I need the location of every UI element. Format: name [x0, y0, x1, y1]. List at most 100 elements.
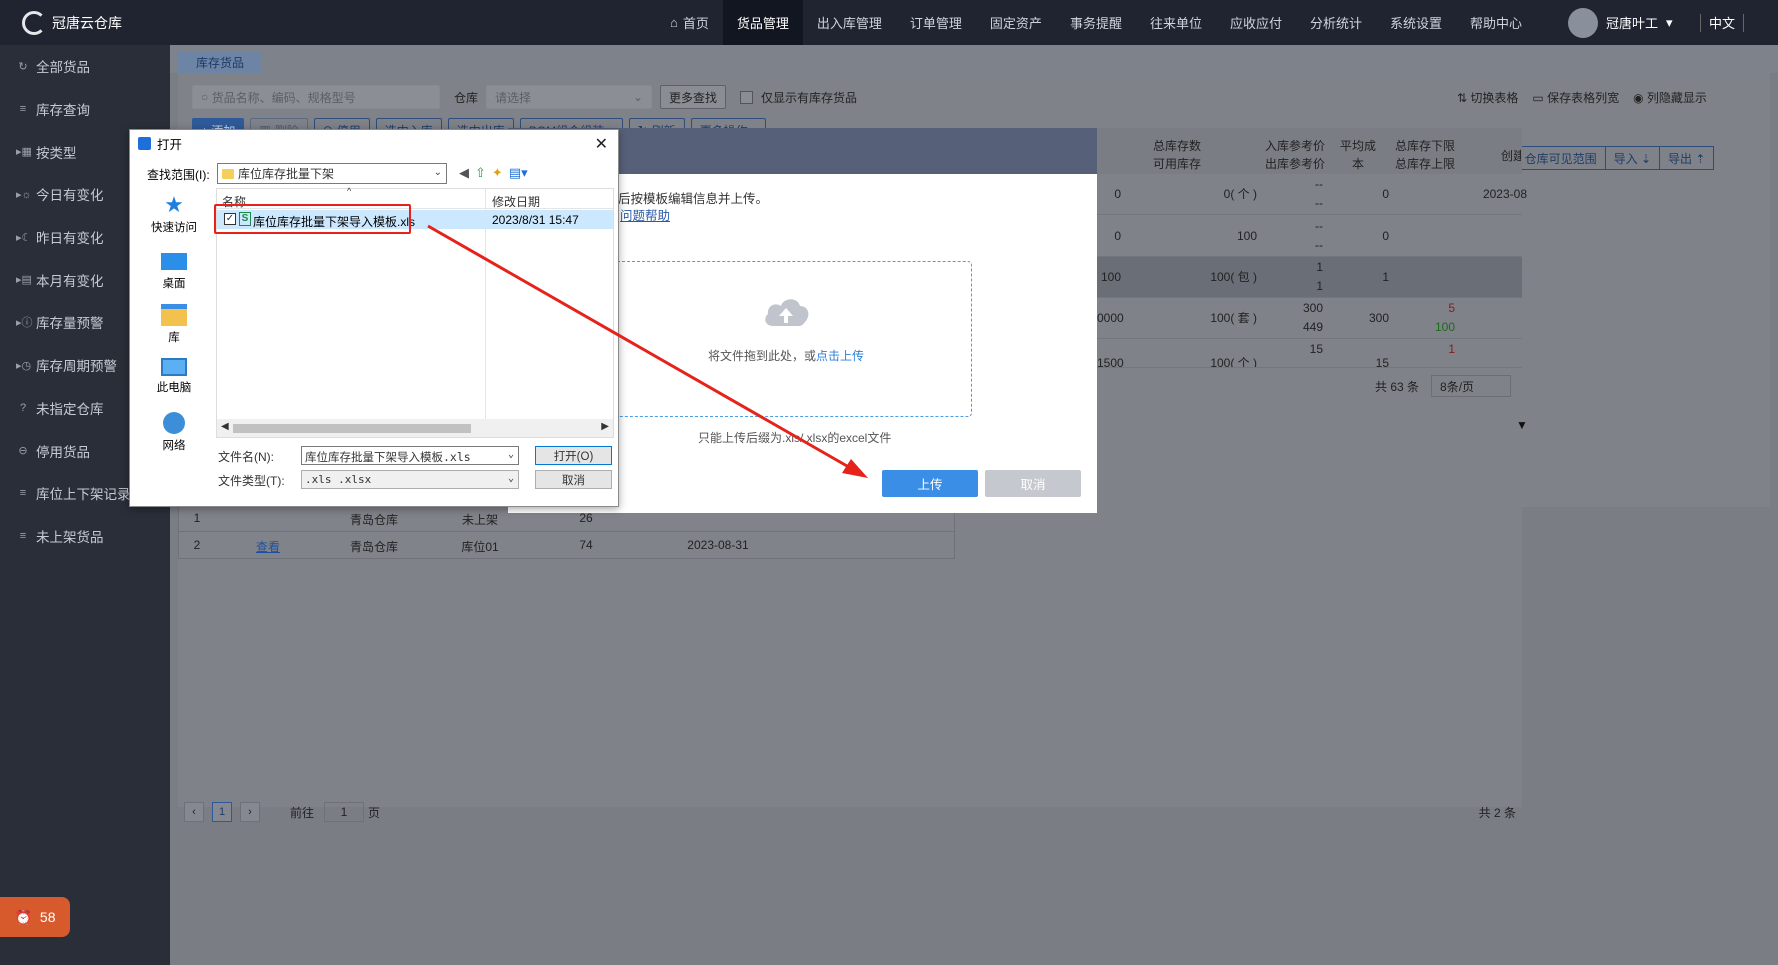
nav-goods[interactable]: 货品管理: [722, 0, 803, 45]
only-stock-checkbox[interactable]: [740, 90, 754, 104]
highlight-box: [214, 204, 411, 234]
nav-home[interactable]: ⌂ 首页: [656, 0, 723, 45]
page-size-select[interactable]: 8条/页: [1431, 375, 1512, 397]
calendar-icon: ▸▤: [16, 274, 32, 287]
cloud-upload-icon: [765, 299, 809, 326]
search-row: ○ 货品名称、编码、规格型号 仓库 请选择 ⌄ 更多查找 仅显示有库存货品: [192, 85, 857, 109]
eye-icon: ◉: [1633, 91, 1647, 105]
view-menu-icon[interactable]: ▤▾: [509, 165, 528, 181]
user-menu[interactable]: 冠唐叶工 ▾: [1568, 0, 1673, 45]
place-library[interactable]: 库: [136, 304, 212, 345]
language-switch[interactable]: 中文: [1700, 0, 1745, 45]
nav-finance[interactable]: 应收应付: [1216, 0, 1296, 45]
view-link[interactable]: 查看: [215, 538, 321, 555]
badge-count: 58: [39, 909, 56, 925]
header-created: 创建: [1501, 149, 1521, 163]
language-label: 中文: [1709, 16, 1736, 31]
sidebar-item-unshelved[interactable]: ≡ 未上架货品: [0, 515, 170, 558]
nav-analysis[interactable]: 分析统计: [1296, 0, 1376, 45]
export-button[interactable]: 导出 ⇡: [1659, 146, 1715, 170]
scroll-left-icon[interactable]: ◀: [221, 421, 229, 432]
chevron-down-icon: ⌄: [632, 90, 644, 104]
alarm-icon: ⏰: [14, 908, 32, 925]
sidebar-item-all-goods[interactable]: ↻ 全部货品: [0, 45, 170, 88]
search-input[interactable]: ○ 货品名称、编码、规格型号: [192, 85, 440, 109]
question-icon: ?: [19, 401, 27, 414]
back-icon[interactable]: ◀: [459, 165, 469, 181]
brand[interactable]: 冠唐云仓库: [0, 0, 170, 45]
upload-dropzone[interactable]: 将文件拖到此处，或点击上传: [598, 261, 972, 417]
place-this-pc[interactable]: 此电脑: [136, 358, 212, 395]
grid-icon: ▸▦: [16, 146, 32, 159]
table-options: ⇅ 切换表格 ▭ 保存表格列宽 ◉ 列隐藏显示: [1457, 89, 1707, 106]
header-available: 可用库存: [1152, 157, 1201, 171]
dialog-titlebar: 打开: [130, 130, 618, 156]
horizontal-scrollbar[interactable]: ◀ ▶: [217, 419, 613, 437]
tab-stock-goods[interactable]: 库存货品: [178, 51, 263, 73]
save-widths-link[interactable]: ▭ 保存表格列宽: [1532, 89, 1619, 106]
look-in-select[interactable]: 库位库存批量下架 ⌄: [217, 163, 447, 184]
header-min-stock: 总库存下限: [1394, 139, 1455, 153]
place-network[interactable]: 网络: [136, 412, 212, 453]
table-row[interactable]: 2 查看 青岛仓库 库位01 74 2023-08-31: [178, 532, 955, 559]
alert-icon: ▸ⓘ: [16, 317, 33, 330]
place-quick-access[interactable]: ★ 快速访问: [136, 194, 212, 235]
next-page-button[interactable]: ›: [240, 802, 260, 822]
up-folder-icon[interactable]: ⇧: [475, 165, 486, 181]
notification-badge[interactable]: ⏰ 58: [0, 897, 70, 937]
header-avg-cost: 平均成: [1339, 139, 1376, 153]
place-desktop[interactable]: 桌面: [136, 250, 212, 291]
warehouse-label: 仓库: [454, 90, 479, 105]
save-icon: ▭: [1532, 91, 1548, 105]
tab-strip: 库存货品: [170, 45, 1778, 73]
table-row[interactable]: 0 0( 个 ) -- -- 0 2023-08: [1097, 174, 1527, 215]
current-page[interactable]: 1: [212, 802, 232, 822]
dialog-cancel-button[interactable]: 取消: [535, 470, 612, 489]
filetype-select[interactable]: .xls .xlsx ⌄: [301, 470, 519, 489]
goto-page-input[interactable]: 1: [324, 802, 365, 822]
bottom-total: 共 2 条: [1478, 805, 1516, 820]
cancel-button[interactable]: 取消: [985, 470, 1081, 497]
desktop-icon: [161, 253, 187, 270]
upload-button[interactable]: 上传: [882, 470, 978, 497]
nav-reminders[interactable]: 事务提醒: [1056, 0, 1136, 45]
warehouse-visibility-button[interactable]: 仓库可见范围: [1515, 146, 1606, 170]
nav-inout[interactable]: 出入库管理: [803, 0, 896, 45]
nav-help[interactable]: 帮助中心: [1456, 0, 1536, 45]
nav-partners[interactable]: 往来单位: [1136, 0, 1216, 45]
header-out-ref: 出库参考价: [1264, 157, 1325, 171]
clock-icon: ▸◷: [16, 359, 32, 372]
stop-icon: ⊖: [18, 445, 28, 458]
table-row[interactable]: 0 100 -- -- 0: [1097, 216, 1522, 257]
new-folder-icon[interactable]: ✦: [492, 165, 503, 181]
prev-page-button[interactable]: ‹: [184, 802, 204, 822]
import-button[interactable]: 导入 ⇣: [1604, 146, 1661, 170]
filename-input[interactable]: 库位库存批量下架导入模板.xls ⌄: [301, 446, 519, 465]
table-row[interactable]: 0000 100( 套 ) 300 449 300 5 100: [1097, 298, 1522, 339]
page-suffix: 页: [368, 805, 381, 820]
search-icon: ○: [201, 90, 212, 104]
switch-table-link[interactable]: ⇅ 切换表格: [1457, 89, 1518, 106]
collapse-icon[interactable]: ▼: [1516, 418, 1528, 432]
nav-settings[interactable]: 系统设置: [1376, 0, 1456, 45]
open-button[interactable]: 打开(O): [535, 446, 612, 465]
close-icon[interactable]: ✕: [595, 134, 608, 154]
column-visibility-link[interactable]: ◉ 列隐藏显示: [1633, 89, 1707, 106]
warehouse-select[interactable]: 请选择 ⌄: [486, 85, 653, 109]
nav-orders[interactable]: 订单管理: [896, 0, 976, 45]
table-row[interactable]: 1500 100( 个 ) 15 15 1: [1097, 339, 1522, 368]
scroll-thumb[interactable]: [233, 424, 471, 433]
scroll-right-icon[interactable]: ▶: [601, 421, 609, 432]
table-row[interactable]: 100 100( 包 ) 1 1 1: [1097, 257, 1522, 298]
sidebar-item-stock-query[interactable]: ≡ 库存查询: [0, 88, 170, 131]
help-link[interactable]: 问题帮助: [620, 205, 670, 224]
file-open-dialog: 打开 ✕ 查找范围(I): 库位库存批量下架 ⌄ ◀ ⇧ ✦ ▤▾ ★ 快速访问…: [129, 129, 619, 507]
nav-assets[interactable]: 固定资产: [976, 0, 1056, 45]
header-avg-cost-2: 本: [1351, 157, 1364, 171]
click-upload-link[interactable]: 点击上传: [816, 349, 864, 363]
more-search-button[interactable]: 更多查找: [660, 85, 727, 109]
file-date: 2023/8/31 15:47: [492, 213, 579, 227]
main-nav: ⌂ 首页 货品管理 出入库管理 订单管理 固定资产 事务提醒 往来单位 应收应付 …: [656, 0, 1536, 45]
column-date[interactable]: 修改日期: [492, 193, 540, 210]
home-icon: ⌂: [670, 15, 678, 30]
